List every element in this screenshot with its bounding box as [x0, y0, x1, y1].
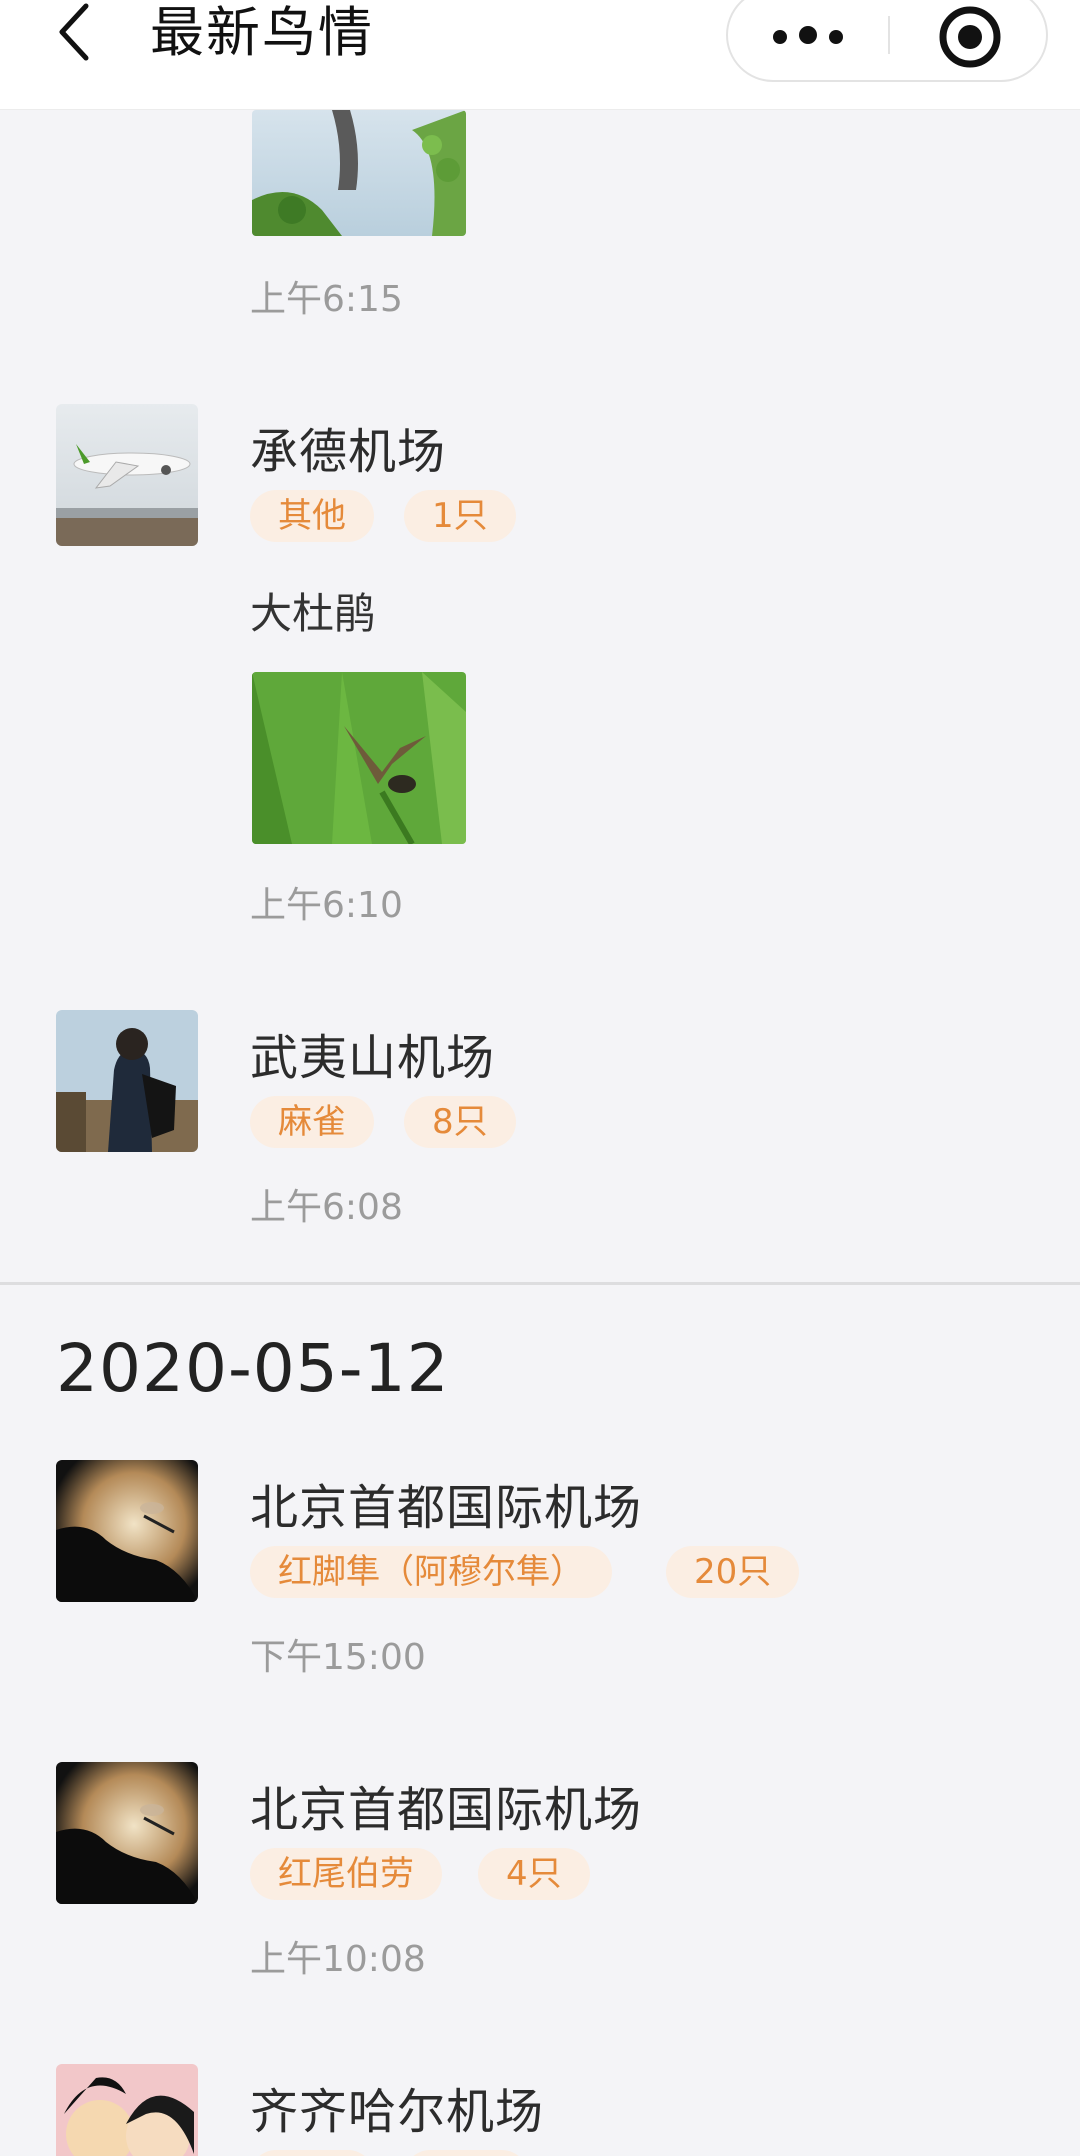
record-time: 上午6:08 — [250, 1187, 403, 1228]
avatar[interactable] — [56, 1460, 198, 1602]
mini-program-capsule — [726, 0, 1048, 82]
count-tag: 8只 — [404, 1096, 516, 1148]
count-tag: 20只 — [666, 1546, 800, 1598]
avatar[interactable] — [56, 404, 198, 546]
date-heading: 2020-05-12 — [56, 1330, 450, 1407]
airport-name: 承德机场 — [250, 424, 447, 480]
count-tag: 4只 — [478, 1848, 590, 1900]
chevron-left-icon — [59, 3, 89, 61]
species-tag: 其他 — [250, 490, 374, 542]
species-tag: 红脚隼（阿穆尔隼） — [250, 1546, 612, 1598]
avatar[interactable] — [56, 1762, 198, 1904]
count-tag — [404, 2150, 528, 2156]
record-time: 下午15:00 — [250, 1637, 426, 1678]
more-dots-icon — [767, 26, 849, 48]
bird-photo[interactable] — [252, 672, 466, 844]
airport-name: 北京首都国际机场 — [250, 1782, 643, 1838]
species-tag: 红尾伯劳 — [250, 1848, 442, 1900]
section-divider — [0, 1282, 1080, 1285]
count-tag: 1只 — [404, 490, 516, 542]
record-time: 上午10:08 — [250, 1939, 426, 1980]
species-tag — [250, 2150, 374, 2156]
back-button[interactable] — [44, 0, 104, 64]
airport-name: 武夷山机场 — [250, 1030, 496, 1086]
bird-description: 大杜鹃 — [250, 589, 377, 638]
record-time: 上午6:10 — [250, 885, 403, 926]
target-icon — [939, 6, 1001, 68]
top-navigation-bar: 最新鸟情 — [0, 0, 1080, 110]
airport-name: 齐齐哈尔机场 — [250, 2084, 545, 2140]
page-title: 最新鸟情 — [150, 1, 374, 64]
bird-photo[interactable] — [252, 110, 466, 236]
close-miniprogram-button[interactable] — [890, 0, 1050, 84]
page: 最新鸟情 上午6:15 承德机场 其他 1只 大杜鹃 上午6:10 武夷山机场 … — [0, 0, 1080, 2156]
avatar[interactable] — [56, 1010, 198, 1152]
species-tag: 麻雀 — [250, 1096, 374, 1148]
more-button[interactable] — [728, 0, 888, 84]
avatar[interactable] — [56, 2064, 198, 2156]
record-time: 上午6:15 — [250, 279, 403, 320]
airport-name: 北京首都国际机场 — [250, 1480, 643, 1536]
